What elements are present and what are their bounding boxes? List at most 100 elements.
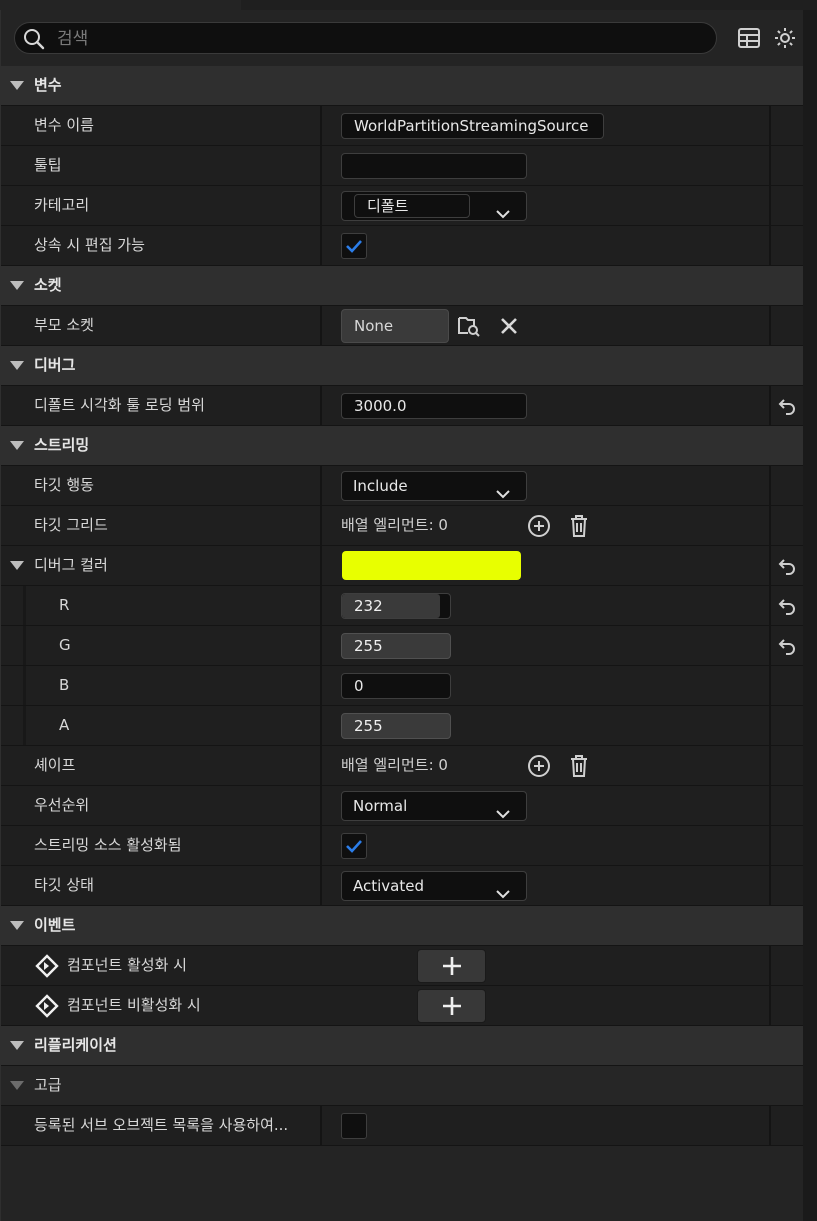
category-streaming[interactable]: 스트리밍 <box>1 426 803 466</box>
event-diamond-icon <box>35 954 59 982</box>
advanced-section-header[interactable]: 고급 <box>1 1066 803 1106</box>
column-divider[interactable] <box>320 786 322 825</box>
property-row-target-behavior: 타깃 행동 Include <box>1 466 803 506</box>
category-debug[interactable]: 디버그 <box>1 346 803 386</box>
expand-arrow-icon[interactable] <box>10 1081 24 1090</box>
expand-arrow-icon[interactable] <box>10 561 24 570</box>
dropdown-value: Normal <box>353 797 408 815</box>
category-title: 이벤트 <box>34 916 76 934</box>
add-element-icon[interactable] <box>527 514 551 538</box>
property-row-parent-socket: 부모 소켓 None <box>1 306 803 346</box>
search-icon <box>23 28 45 54</box>
column-divider[interactable] <box>320 106 322 145</box>
trash-icon[interactable] <box>567 514 591 538</box>
column-divider[interactable] <box>320 306 322 345</box>
property-row-color-g: G 255 <box>1 626 803 666</box>
search-box[interactable] <box>14 22 717 54</box>
expand-arrow-icon[interactable] <box>10 921 24 930</box>
column-divider[interactable] <box>320 146 322 185</box>
category-socket[interactable]: 소켓 <box>1 266 803 306</box>
column-divider[interactable] <box>320 546 322 585</box>
table-view-icon[interactable] <box>735 24 763 52</box>
column-divider[interactable] <box>320 386 322 425</box>
tooltip-field[interactable] <box>341 153 527 179</box>
property-row-use-subobject-list: 등록된 서브 오브젝트 목록을 사용하여... <box>1 1106 803 1146</box>
indent-guide <box>23 706 26 745</box>
expand-arrow-icon[interactable] <box>10 441 24 450</box>
indent-guide <box>23 586 26 625</box>
category-combobox[interactable]: 디폴트 <box>341 191 527 221</box>
column-divider[interactable] <box>320 866 322 905</box>
category-events[interactable]: 이벤트 <box>1 906 803 946</box>
color-swatch[interactable] <box>342 551 521 580</box>
column-divider[interactable] <box>320 826 322 865</box>
plus-icon <box>442 957 461 975</box>
priority-dropdown[interactable]: Normal <box>341 791 527 821</box>
column-divider[interactable] <box>320 586 322 625</box>
reset-column-divider <box>769 546 771 585</box>
column-divider[interactable] <box>320 746 322 785</box>
property-label: 디버그 컬러 <box>34 556 108 574</box>
property-label: 상속 시 편집 가능 <box>34 236 145 254</box>
column-divider[interactable] <box>320 466 322 505</box>
column-divider[interactable] <box>320 706 322 745</box>
reset-column-divider <box>769 226 771 265</box>
clear-icon[interactable] <box>497 314 521 338</box>
category-title: 변수 <box>34 76 62 94</box>
event-row-on-deactivated: 컴포넌트 비활성화 시 <box>1 986 803 1026</box>
column-divider[interactable] <box>320 666 322 705</box>
array-count: 배열 엘리먼트: 0 <box>341 516 448 534</box>
indent-guide <box>23 626 26 665</box>
expand-arrow-icon[interactable] <box>10 281 24 290</box>
target-state-dropdown[interactable]: Activated <box>341 871 527 901</box>
target-behavior-dropdown[interactable]: Include <box>341 471 527 501</box>
property-label: 변수 이름 <box>34 116 94 134</box>
column-divider[interactable] <box>320 226 322 265</box>
scrollbar-track[interactable] <box>803 10 817 1221</box>
column-divider[interactable] <box>320 186 322 225</box>
source-enabled-checkbox[interactable] <box>341 833 367 859</box>
gear-icon[interactable] <box>771 24 799 52</box>
property-list: 변수 변수 이름 WorldPartitionStreamingSource 툴… <box>1 66 803 1146</box>
search-input[interactable] <box>55 26 699 52</box>
tab-strip <box>0 0 817 10</box>
property-row-category: 카테고리 디폴트 <box>1 186 803 226</box>
chevron-down-icon[interactable] <box>496 200 510 228</box>
variable-name-field[interactable]: WorldPartitionStreamingSource <box>341 113 604 139</box>
reset-column-divider <box>769 586 771 625</box>
add-event-button[interactable] <box>417 949 486 983</box>
expand-arrow-icon[interactable] <box>10 81 24 90</box>
r-spinbox[interactable]: 232 <box>341 593 451 619</box>
add-element-icon[interactable] <box>527 754 551 778</box>
vis-range-field[interactable]: 3000.0 <box>341 393 527 419</box>
property-row-source-enabled: 스트리밍 소스 활성화됨 <box>1 826 803 866</box>
parent-socket-field[interactable]: None <box>341 309 449 343</box>
category-replication[interactable]: 리플리케이션 <box>1 1026 803 1066</box>
reset-to-default-icon[interactable] <box>777 596 797 616</box>
property-row-target-grids: 타깃 그리드 배열 엘리먼트: 0 <box>1 506 803 546</box>
category-variable[interactable]: 변수 <box>1 66 803 106</box>
category-input[interactable]: 디폴트 <box>354 194 470 218</box>
editable-checkbox[interactable] <box>341 233 367 259</box>
a-spinbox[interactable]: 255 <box>341 713 451 739</box>
use-subobject-list-checkbox[interactable] <box>341 1113 367 1139</box>
category-title: 소켓 <box>34 276 62 294</box>
b-spinbox[interactable]: 0 <box>341 673 451 699</box>
column-divider[interactable] <box>320 1106 322 1145</box>
reset-to-default-icon[interactable] <box>777 636 797 656</box>
expand-arrow-icon[interactable] <box>10 361 24 370</box>
property-label: 디폴트 시각화 툴 로딩 범위 <box>34 396 205 414</box>
column-divider[interactable] <box>320 626 322 665</box>
property-label: 우선순위 <box>34 796 90 814</box>
trash-icon[interactable] <box>567 754 591 778</box>
tab-details[interactable] <box>0 0 241 10</box>
reset-to-default-icon[interactable] <box>777 556 797 576</box>
reset-to-default-icon[interactable] <box>777 396 797 416</box>
g-spinbox[interactable]: 255 <box>341 633 451 659</box>
browse-socket-icon[interactable] <box>457 314 481 338</box>
column-divider[interactable] <box>320 506 322 545</box>
add-event-button[interactable] <box>417 989 486 1023</box>
indent-guide <box>23 666 26 705</box>
expand-arrow-icon[interactable] <box>10 1041 24 1050</box>
event-label: 컴포넌트 비활성화 시 <box>67 996 201 1014</box>
